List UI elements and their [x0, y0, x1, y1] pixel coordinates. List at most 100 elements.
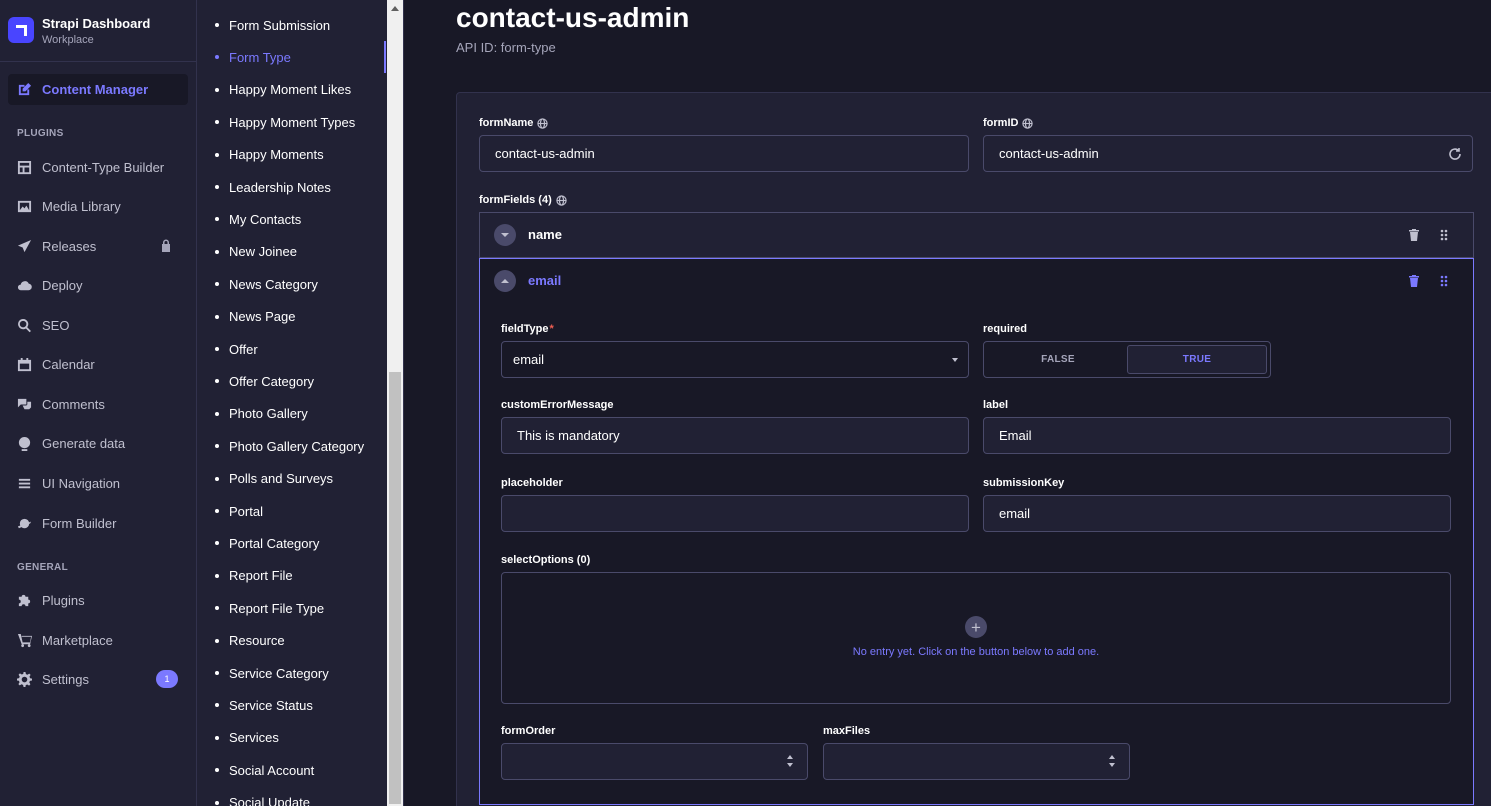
sub-nav-item[interactable]: Photo Gallery Category — [214, 436, 364, 456]
drag-handle-icon[interactable] — [1437, 274, 1451, 288]
chevron-up-icon — [501, 279, 509, 283]
custom-error-input[interactable]: This is mandatory — [501, 417, 969, 454]
sub-nav-item[interactable]: Resource — [215, 631, 285, 651]
sub-nav-item[interactable]: News Category — [215, 274, 318, 294]
strapi-logo-icon — [8, 17, 34, 43]
empty-state-message[interactable]: No entry yet. Click on the button below … — [502, 646, 1450, 658]
sub-nav-item[interactable]: Social Account — [214, 760, 314, 780]
sub-nav-item[interactable]: Service Status — [215, 695, 313, 715]
label-field-label: label — [983, 399, 1009, 411]
globe-icon — [16, 435, 33, 452]
nav-label: Plugins — [42, 593, 85, 608]
search-icon — [16, 317, 33, 334]
form-fields-label: formFields (4) — [479, 194, 567, 206]
sub-nav-item[interactable]: Service Category — [215, 663, 329, 683]
scroll-up-arrow-icon[interactable] — [391, 6, 399, 11]
scroll-thumb[interactable] — [389, 372, 401, 804]
nav-deploy[interactable]: Deploy — [8, 270, 188, 301]
brand-subtitle: Workplace — [42, 34, 94, 46]
brand-title: Strapi Dashboard — [42, 16, 151, 31]
nav-label: Content-Type Builder — [42, 160, 165, 175]
nav-settings[interactable]: Settings 1 — [8, 664, 188, 695]
component-row-email: email fieldType * email required FALSE TR… — [479, 258, 1474, 805]
required-false-option[interactable]: FALSE — [988, 345, 1128, 374]
collapse-toggle[interactable] — [494, 270, 516, 292]
chevron-down-icon — [952, 358, 958, 362]
placeholder-input[interactable] — [501, 495, 969, 532]
nav-label: Comments — [42, 397, 105, 412]
sub-nav-item[interactable]: Happy Moment Likes — [214, 80, 351, 100]
sub-nav-item[interactable]: Offer — [215, 339, 258, 359]
sub-nav-list: Form Submission Form Type Happy Moment Lik… — [197, 0, 387, 806]
refresh-icon[interactable] — [1448, 147, 1462, 161]
sub-nav-item[interactable]: Form Type — [215, 47, 291, 67]
scrollbar[interactable] — [387, 0, 403, 806]
puzzle-icon — [16, 592, 33, 609]
nav-calendar[interactable]: Calendar — [8, 349, 188, 380]
sub-nav-item[interactable]: Report File Type — [214, 598, 324, 618]
nav-label: Generate data — [42, 436, 126, 451]
nav-media-library[interactable]: Media Library — [8, 191, 188, 222]
sub-nav-item[interactable]: Leadership Notes — [215, 177, 331, 197]
sub-nav-item[interactable]: Social Update — [215, 793, 310, 806]
add-entry-plus-icon[interactable]: + — [965, 616, 987, 638]
sub-nav-item[interactable]: Polls and Surveys — [214, 469, 333, 489]
form-name-input[interactable]: contact-us-admin — [479, 135, 969, 172]
component-row-name[interactable]: name — [479, 212, 1474, 258]
sub-nav-item[interactable]: Portal — [215, 501, 263, 521]
sub-nav-item[interactable]: Form Submission — [214, 15, 330, 35]
required-toggle: FALSE TRUE — [983, 341, 1271, 378]
nav-form-builder[interactable]: Form Builder — [8, 508, 188, 539]
nav-generate-data[interactable]: Generate data — [8, 428, 188, 459]
nav-seo[interactable]: SEO — [8, 310, 188, 341]
sub-nav-item[interactable]: New Joinee — [215, 242, 297, 262]
form-order-input[interactable] — [501, 743, 808, 780]
nav-label: UI Navigation — [42, 476, 121, 491]
form-id-input[interactable]: contact-us-admin — [983, 135, 1473, 172]
nav-plugins[interactable]: Plugins — [8, 585, 188, 616]
sub-nav-item[interactable]: News Page — [214, 307, 295, 327]
nav-releases[interactable]: Releases — [8, 231, 188, 262]
required-true-option[interactable]: TRUE — [1127, 345, 1267, 374]
sub-nav-item[interactable]: Report File — [215, 566, 293, 586]
field-type-select[interactable]: email — [501, 341, 969, 378]
sub-nav-item[interactable]: Photo Gallery — [215, 404, 308, 424]
nav-label: Marketplace — [42, 633, 113, 648]
label-text: formFields (4) — [479, 194, 552, 206]
gear-icon — [16, 671, 33, 688]
sub-nav-item[interactable]: Offer Category — [214, 371, 314, 391]
lock-icon — [160, 239, 172, 252]
sub-nav-item[interactable]: My Contacts — [214, 209, 301, 229]
nav-content-type-builder[interactable]: Content-Type Builder — [8, 152, 188, 183]
drag-handle-icon[interactable] — [1437, 228, 1451, 242]
cart-icon — [16, 632, 33, 649]
sub-nav-item[interactable]: Services — [215, 728, 279, 748]
submission-key-label: submissionKey — [983, 477, 1065, 489]
number-stepper-icon[interactable] — [1109, 755, 1117, 769]
image-icon — [16, 198, 33, 215]
nav-comments[interactable]: Comments — [8, 389, 188, 420]
max-files-input[interactable] — [823, 743, 1130, 780]
label-text: formName — [479, 117, 534, 129]
brand-header: Strapi Dashboard Workplace — [0, 0, 196, 62]
planet-icon — [16, 515, 33, 532]
required-label: required — [983, 323, 1028, 335]
expand-toggle[interactable] — [494, 224, 516, 246]
submission-key-input[interactable]: email — [983, 495, 1451, 532]
trash-icon[interactable] — [1407, 228, 1421, 242]
number-stepper-icon[interactable] — [787, 755, 795, 769]
sub-nav-item[interactable]: Portal Category — [214, 533, 319, 553]
nav-content-manager[interactable]: Content Manager — [8, 74, 188, 105]
nav-ui-navigation[interactable]: UI Navigation — [8, 468, 188, 499]
trash-icon[interactable] — [1407, 274, 1421, 288]
edit-form-card: formName contact-us-admin formID contact… — [456, 92, 1491, 806]
api-id: API ID: form-type — [456, 40, 556, 55]
chat-bubbles-icon — [16, 396, 33, 413]
label-input[interactable]: Email — [983, 417, 1451, 454]
sub-nav-item[interactable]: Happy Moment Types — [214, 112, 355, 132]
nav-marketplace[interactable]: Marketplace — [8, 625, 188, 656]
nav-label: Calendar — [42, 357, 95, 372]
page-title: contact-us-admin — [456, 2, 690, 33]
max-files-label: maxFiles — [823, 725, 871, 737]
sub-nav-item[interactable]: Happy Moments — [215, 145, 324, 165]
